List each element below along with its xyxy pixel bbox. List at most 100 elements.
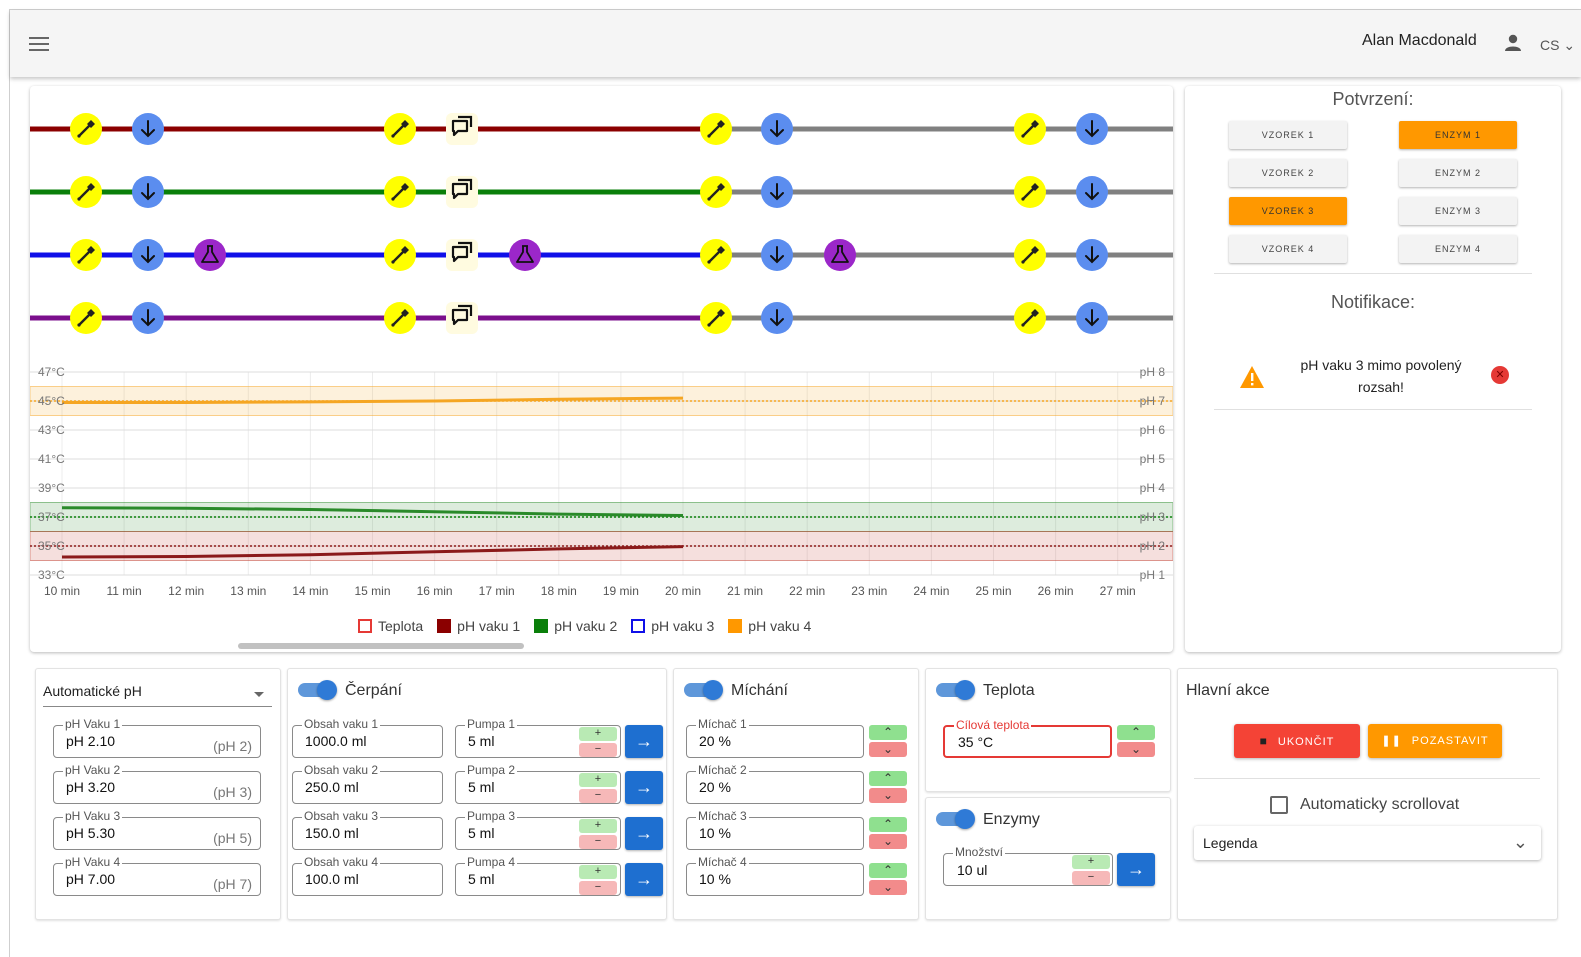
pumping-toggle[interactable] [298, 680, 337, 700]
pipette-icon[interactable] [1014, 239, 1046, 271]
comment-icon[interactable] [446, 176, 478, 208]
ph-mode-select[interactable]: Automatické pH [43, 683, 272, 707]
pipette-icon[interactable] [70, 113, 102, 145]
bag-volume-field[interactable]: Obsah vaku 3 150.0 ml [292, 810, 443, 850]
bag-volume-field[interactable]: Obsah vaku 2 250.0 ml [292, 764, 443, 804]
confirm-button[interactable]: VZOREK 2 [1229, 159, 1347, 187]
mixer-up-button[interactable]: ⌃ [869, 863, 907, 878]
pipette-icon[interactable] [384, 302, 416, 334]
pump-minus-button[interactable]: − [579, 743, 617, 757]
mixer-field[interactable]: Míchač 4 10 % [686, 856, 864, 896]
target-temperature-field[interactable]: Cílová teplota 35 °C [943, 719, 1112, 758]
ph-vak-field[interactable]: pH Vaku 2 pH 3.20 (pH 3) [53, 764, 261, 804]
temperature-down-button[interactable]: ⌄ [1117, 742, 1155, 757]
pipette-icon[interactable] [1014, 113, 1046, 145]
horizontal-scrollbar[interactable] [238, 643, 524, 649]
arrow-down-icon[interactable] [1076, 302, 1108, 334]
menu-icon[interactable] [29, 37, 49, 53]
legend-select[interactable]: Legenda ⌄ [1194, 826, 1541, 860]
comment-icon[interactable] [446, 113, 478, 145]
pump-minus-button[interactable]: − [579, 789, 617, 803]
bag-volume-field[interactable]: Obsah vaku 4 100.0 ml [292, 856, 443, 896]
pump-send-button[interactable]: → [625, 771, 663, 804]
flask-icon[interactable] [194, 239, 226, 271]
comment-icon[interactable] [446, 239, 478, 271]
pump-send-button[interactable]: → [625, 817, 663, 850]
arrow-down-icon[interactable] [761, 176, 793, 208]
arrow-down-icon[interactable] [761, 302, 793, 334]
pipette-icon[interactable] [70, 176, 102, 208]
temperature-toggle[interactable] [936, 680, 975, 700]
stop-button[interactable]: ■ UKONČIT [1234, 724, 1360, 758]
mixer-down-button[interactable]: ⌄ [869, 742, 907, 757]
mixer-down-button[interactable]: ⌄ [869, 880, 907, 895]
enzymes-toggle[interactable] [936, 809, 975, 829]
mixer-field[interactable]: Míchač 2 20 % [686, 764, 864, 804]
mixer-up-button[interactable]: ⌃ [869, 771, 907, 786]
confirm-button[interactable]: ENZYM 2 [1399, 159, 1517, 187]
pump-send-button[interactable]: → [625, 725, 663, 758]
pipette-icon[interactable] [1014, 176, 1046, 208]
pipette-icon[interactable] [384, 176, 416, 208]
arrow-down-icon[interactable] [132, 176, 164, 208]
mixer-up-button[interactable]: ⌃ [869, 725, 907, 740]
pipette-icon[interactable] [384, 113, 416, 145]
enzyme-minus-button[interactable]: − [1072, 871, 1110, 885]
pump-send-button[interactable]: → [625, 863, 663, 896]
dismiss-notification-icon[interactable]: ✕ [1491, 366, 1509, 384]
mixer-down-button[interactable]: ⌄ [869, 834, 907, 849]
pipette-icon[interactable] [700, 302, 732, 334]
pipette-icon[interactable] [384, 239, 416, 271]
pause-button[interactable]: ❚❚ POZASTAVIT [1368, 724, 1502, 758]
pump-minus-button[interactable]: − [579, 835, 617, 849]
pipette-icon[interactable] [700, 113, 732, 145]
confirm-button[interactable]: ENZYM 1 [1399, 121, 1517, 149]
bag-volume-field[interactable]: Obsah vaku 1 1000.0 ml [292, 718, 443, 758]
confirm-button[interactable]: VZOREK 1 [1229, 121, 1347, 149]
mixing-toggle[interactable] [684, 680, 723, 700]
temperature-up-button[interactable]: ⌃ [1117, 725, 1155, 740]
mixer-down-button[interactable]: ⌄ [869, 788, 907, 803]
arrow-down-icon[interactable] [761, 113, 793, 145]
confirm-button[interactable]: ENZYM 3 [1399, 197, 1517, 225]
confirm-button[interactable]: ENZYM 4 [1399, 235, 1517, 263]
confirm-button[interactable]: VZOREK 4 [1229, 235, 1347, 263]
arrow-down-icon[interactable] [1076, 239, 1108, 271]
legend-item[interactable]: Teplota [358, 616, 423, 636]
arrow-down-icon[interactable] [761, 239, 793, 271]
pump-plus-button[interactable]: + [579, 727, 617, 741]
ph-vak-field[interactable]: pH Vaku 1 pH 2.10 (pH 2) [53, 718, 261, 758]
mixer-field[interactable]: Míchač 1 20 % [686, 718, 864, 758]
mixer-up-button[interactable]: ⌃ [869, 817, 907, 832]
arrow-down-icon[interactable] [1076, 176, 1108, 208]
pipette-icon[interactable] [700, 239, 732, 271]
pump-plus-button[interactable]: + [579, 865, 617, 879]
flask-icon[interactable] [509, 239, 541, 271]
comment-icon[interactable] [446, 302, 478, 334]
ph-vak-field[interactable]: pH Vaku 4 pH 7.00 (pH 7) [53, 856, 261, 896]
mixer-field[interactable]: Míchač 3 10 % [686, 810, 864, 850]
legend-item[interactable]: pH vaku 3 [631, 616, 714, 636]
pump-minus-button[interactable]: − [579, 881, 617, 895]
pipette-icon[interactable] [70, 302, 102, 334]
confirm-button[interactable]: VZOREK 3 [1229, 197, 1347, 225]
pipette-icon[interactable] [1014, 302, 1046, 334]
user-icon[interactable] [1502, 32, 1524, 54]
pipette-icon[interactable] [70, 239, 102, 271]
autoscroll-checkbox[interactable] [1270, 796, 1288, 814]
legend-item[interactable]: pH vaku 4 [728, 616, 811, 636]
arrow-down-icon[interactable] [132, 239, 164, 271]
ph-vak-field[interactable]: pH Vaku 3 pH 5.30 (pH 5) [53, 810, 261, 850]
pipette-icon[interactable] [700, 176, 732, 208]
arrow-down-icon[interactable] [132, 302, 164, 334]
arrow-down-icon[interactable] [132, 113, 164, 145]
pump-plus-button[interactable]: + [579, 819, 617, 833]
language-selector[interactable]: CS ⌄ [1540, 37, 1575, 54]
pump-plus-button[interactable]: + [579, 773, 617, 787]
legend-item[interactable]: pH vaku 2 [534, 616, 617, 636]
enzyme-send-button[interactable]: → [1117, 853, 1155, 886]
legend-item[interactable]: pH vaku 1 [437, 616, 520, 636]
enzyme-plus-button[interactable]: + [1072, 855, 1110, 869]
flask-icon[interactable] [824, 239, 856, 271]
arrow-down-icon[interactable] [1076, 113, 1108, 145]
